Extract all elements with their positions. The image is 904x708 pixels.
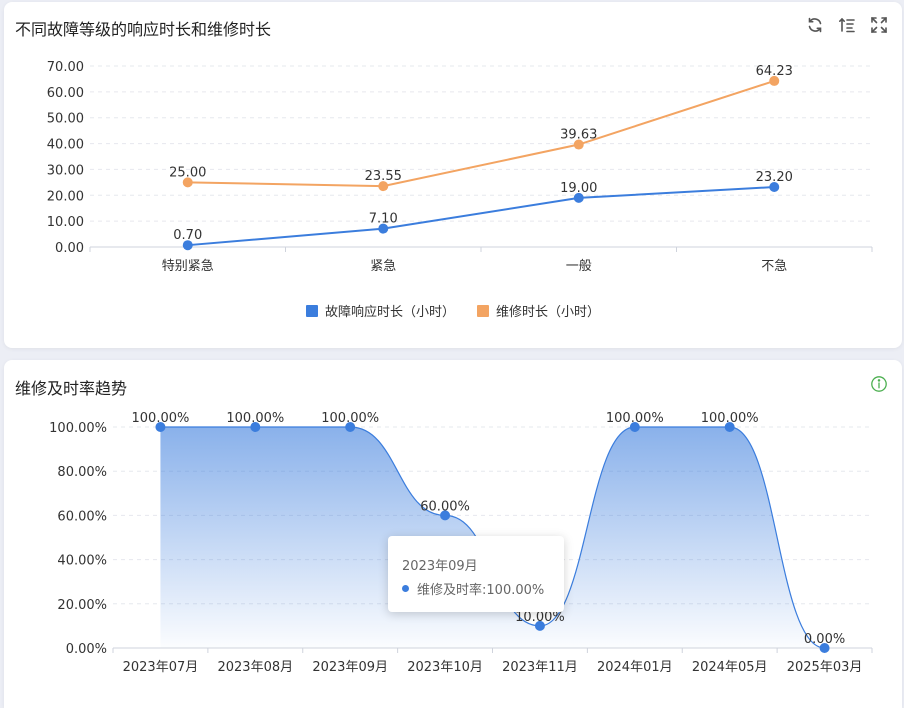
x-tick-label: 2023年11月 [502, 660, 578, 675]
y-tick-label: 20.00 [47, 189, 84, 204]
tooltip-series: 维修及时率 [417, 583, 483, 598]
series-line [187, 79, 775, 188]
data-label: 23.20 [756, 170, 793, 185]
y-tick-label: 30.00 [47, 163, 84, 178]
x-tick-label: 一般 [566, 258, 592, 274]
data-label: 25.00 [169, 165, 206, 180]
chart-tooltip: 2023年09月 维修及时率:100.00% [388, 536, 564, 612]
y-tick-label: 60.00% [57, 509, 107, 524]
chart-legend: 故障响应时长（小时） 维修时长（小时） [4, 301, 902, 320]
data-label: 0.00% [804, 632, 845, 647]
data-label: 39.63 [560, 128, 597, 143]
y-tick-label: 10.00 [47, 215, 84, 230]
tooltip-dot [402, 585, 409, 592]
x-tick-label: 不急 [761, 259, 787, 274]
y-tick-label: 40.00% [57, 554, 107, 569]
data-label: 100.00% [321, 411, 379, 426]
data-label: 7.10 [369, 212, 398, 227]
x-tick-label: 紧急 [370, 259, 396, 274]
x-tick-label: 2025年03月 [787, 660, 863, 675]
tooltip-value: 100.00% [486, 583, 545, 598]
y-tick-label: 60.00 [47, 86, 84, 101]
data-label: 60.00% [420, 499, 470, 514]
y-tick-label: 20.00% [57, 598, 107, 613]
x-tick-label: 2023年10月 [407, 660, 483, 675]
repair-rate-chart-card: 维修及时率趋势 0.00% 20.00% 40.00% 60.00% 80.00% 100… [4, 360, 902, 708]
tooltip-row: 维修及时率:100.00% [402, 579, 544, 598]
data-label: 0.70 [173, 228, 202, 243]
x-tick-label: 2024年05月 [692, 660, 768, 675]
x-tick-label: 特别紧急 [162, 259, 214, 274]
area-chart: 0.00%20.00%40.00%60.00%80.00%100.00%2023… [49, 411, 873, 675]
line-chart: 0.00 10.00 20.00 30.00 40.00 50.00 60.00 70.00 特… [47, 60, 873, 274]
x-tick-label: 2024年01月 [597, 660, 673, 675]
x-tick-label: 2023年09月 [312, 660, 388, 675]
legend-label: 故障响应时长（小时） [324, 305, 455, 320]
data-label: 100.00% [606, 411, 664, 426]
y-tick-label: 100.00% [49, 421, 107, 436]
data-label: 100.00% [132, 411, 190, 426]
data-label: 64.23 [756, 64, 793, 79]
data-label: 100.00% [226, 411, 284, 426]
y-tick-label: 70.00 [47, 60, 84, 75]
x-tick-label: 2023年07月 [123, 660, 199, 675]
data-label: 19.00 [560, 181, 597, 196]
y-tick-label: 0.00% [66, 642, 107, 657]
data-label: 23.55 [365, 169, 402, 184]
legend-swatch [305, 304, 318, 317]
y-tick-label: 40.00 [47, 138, 84, 153]
legend-item-response[interactable]: 故障响应时长（小时） [305, 301, 455, 320]
data-label: 10.00% [515, 610, 565, 625]
tooltip-title: 2023年09月 [402, 559, 478, 574]
x-tick-label: 2023年08月 [217, 660, 293, 675]
y-tick-label: 80.00% [57, 465, 107, 480]
legend-label: 维修时长（小时） [496, 305, 601, 320]
response-repair-chart-card: 不同故障等级的响应时长和维修时长 0.00 10.00 20.00 30.00 40.0… [4, 2, 902, 348]
legend-swatch [477, 304, 489, 317]
y-tick-label: 0.00 [55, 241, 84, 256]
data-label: 100.00% [701, 411, 759, 426]
legend-item-repair[interactable]: 维修时长（小时） [477, 301, 600, 320]
y-tick-label: 50.00 [47, 112, 84, 127]
